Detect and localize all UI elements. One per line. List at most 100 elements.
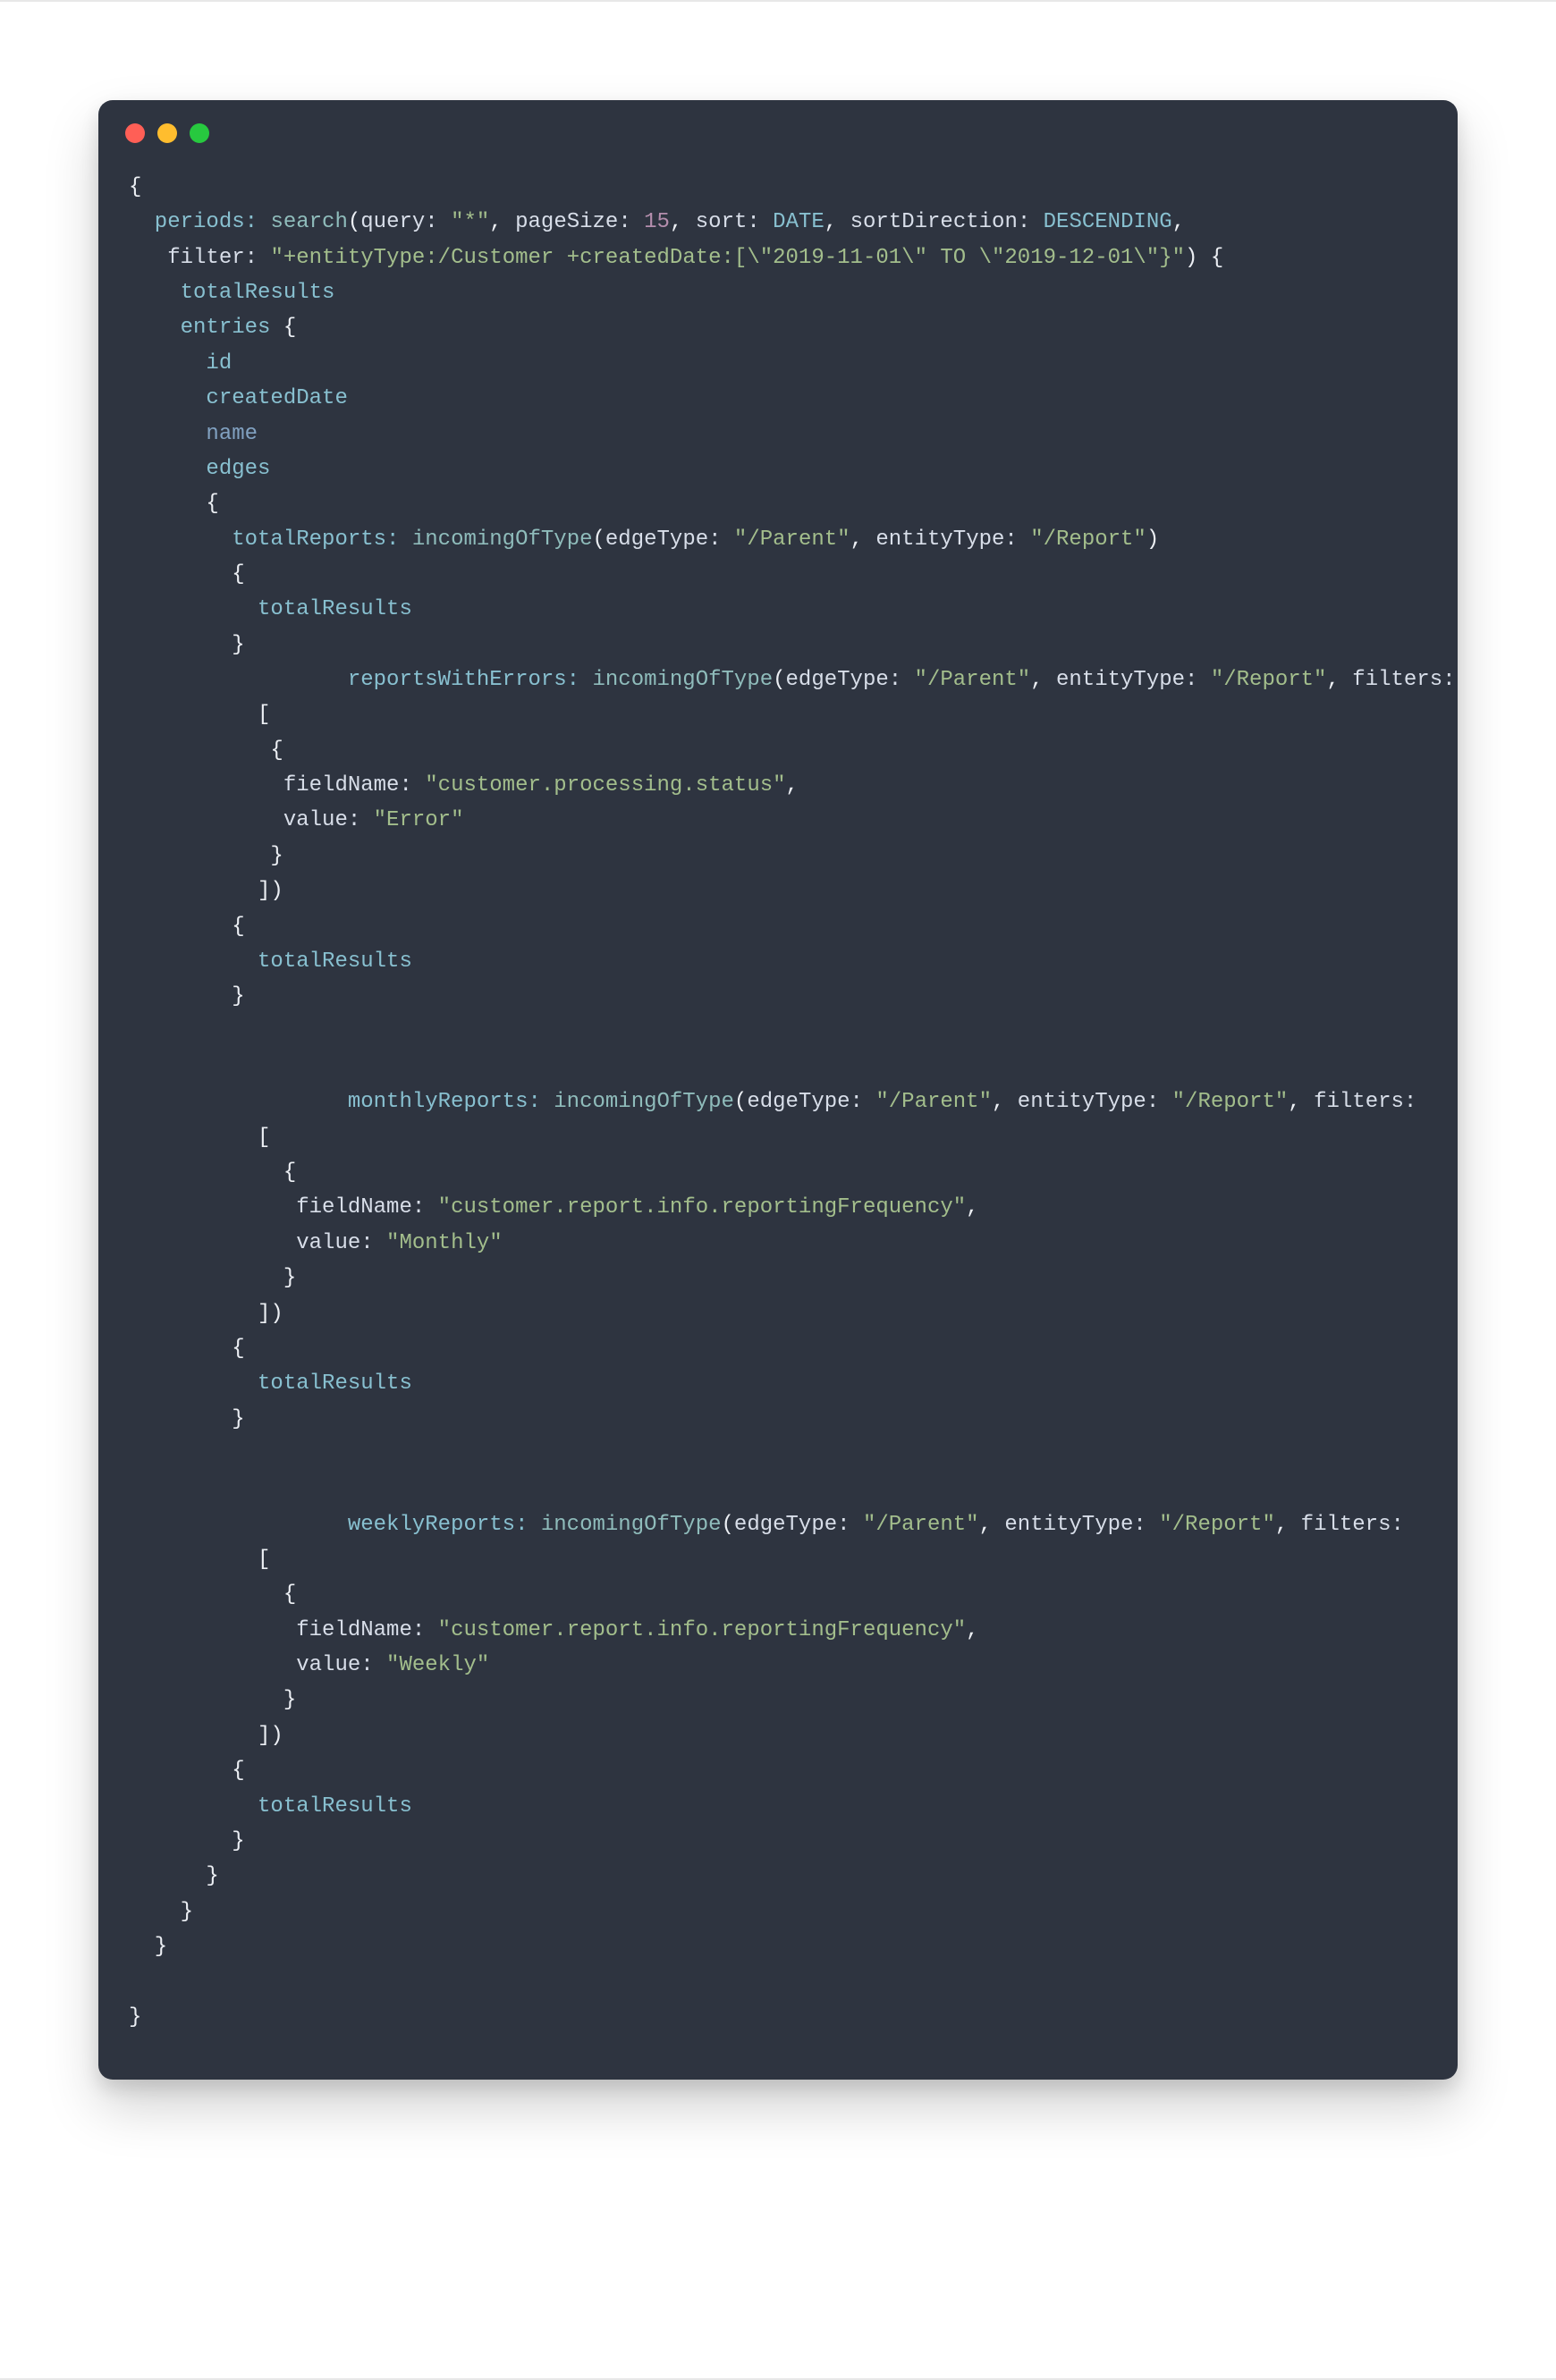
- code-token: [129, 246, 167, 270]
- code-token: incomingOfType: [592, 668, 773, 692]
- code-token: entityType:: [875, 527, 1017, 552]
- code-token: {: [1197, 246, 1223, 270]
- code-token: edgeType:: [734, 1513, 850, 1537]
- code-token: totalReports:: [129, 527, 412, 552]
- code-token: fieldName:: [296, 1618, 425, 1642]
- code-token: ,: [670, 210, 696, 234]
- code-token: totalResults: [129, 1794, 412, 1819]
- code-token: 15: [631, 210, 670, 234]
- code-token: "customer.report.info.reportingFrequency…: [425, 1195, 966, 1220]
- code-token: query:: [360, 210, 437, 234]
- code-token: {: [129, 915, 245, 939]
- code-token: edges: [129, 457, 283, 481]
- code-token: [129, 1231, 296, 1255]
- code-token: fieldName:: [283, 773, 412, 798]
- code-token: ,: [992, 1090, 1018, 1114]
- code-token: edgeType:: [786, 668, 902, 692]
- code-token: createdDate: [129, 386, 348, 410]
- code-token: edgeType:: [605, 527, 722, 552]
- zoom-icon[interactable]: [190, 123, 209, 143]
- code-token: {: [129, 738, 283, 763]
- code-token: ,: [1288, 1090, 1314, 1114]
- code-token: }: [129, 633, 245, 657]
- code-token: ,: [979, 1513, 1005, 1537]
- code-token: entityType:: [1018, 1090, 1159, 1114]
- code-token: id: [129, 351, 232, 376]
- code-token: incomingOfType: [554, 1090, 734, 1114]
- code-token: entries: [129, 316, 283, 340]
- code-token: sortDirection:: [850, 210, 1031, 234]
- code-token: totalResults: [129, 281, 334, 305]
- code-token: }: [129, 1864, 219, 1888]
- code-token: }: [129, 1935, 167, 1959]
- code-token: monthlyReports:: [129, 1090, 554, 1114]
- code-token: (: [348, 210, 360, 234]
- code-token: entityType:: [1004, 1513, 1146, 1537]
- code-token: }: [129, 2005, 141, 2030]
- code-token: ,: [966, 1618, 978, 1642]
- code-token: "+entityType:/Customer +createdDate:[\"2…: [258, 246, 1185, 270]
- code-token: }: [129, 1266, 296, 1290]
- code-token: }: [129, 1900, 193, 1924]
- code-token: ,: [850, 527, 876, 552]
- code-token: ,: [786, 773, 799, 798]
- code-token: (: [593, 527, 605, 552]
- code-token: DESCENDING: [1030, 210, 1171, 234]
- code-token: edgeType:: [747, 1090, 863, 1114]
- code-token: }: [129, 984, 245, 1009]
- code-token: "/Report": [1159, 1090, 1288, 1114]
- code-token: totalResults: [129, 949, 412, 974]
- code-token: "*": [438, 210, 490, 234]
- code-token: sort:: [696, 210, 760, 234]
- code-token: {: [129, 1160, 296, 1185]
- code-token: fieldName:: [296, 1195, 425, 1220]
- code-token: (: [773, 668, 785, 692]
- code-token: [: [129, 703, 270, 727]
- code-token: ): [1146, 527, 1159, 552]
- code-token: ,: [1326, 668, 1352, 692]
- code-token: "/Parent": [850, 1513, 979, 1537]
- code-token: "Weekly": [374, 1653, 490, 1677]
- code-token: ,: [1172, 210, 1185, 234]
- code-token: (: [734, 1090, 747, 1114]
- code-token: [129, 808, 283, 832]
- minimize-icon[interactable]: [157, 123, 177, 143]
- code-token: {: [129, 1759, 245, 1783]
- code-token: "customer.processing.status": [412, 773, 786, 798]
- code-token: name: [129, 422, 258, 446]
- code-token: filter:: [167, 246, 258, 270]
- code-token: ): [1185, 246, 1197, 270]
- code-token: filters:: [1314, 1090, 1416, 1114]
- code-token: "/Report": [1197, 668, 1326, 692]
- code-token: "customer.report.info.reportingFrequency…: [425, 1618, 966, 1642]
- code-token: "/Parent": [863, 1090, 992, 1114]
- code-token: }: [129, 1407, 245, 1431]
- code-token: "Error": [360, 808, 463, 832]
- window-titlebar: [98, 100, 1458, 152]
- code-token: {: [129, 562, 245, 587]
- code-token: value:: [283, 808, 360, 832]
- code-token: "/Parent": [901, 668, 1030, 692]
- code-token: [129, 1195, 296, 1220]
- code-token: "/Parent": [722, 527, 850, 552]
- code-token: [: [129, 1548, 270, 1572]
- code-token: ,: [966, 1195, 978, 1220]
- code-token: }: [129, 1829, 245, 1853]
- code-token: [129, 1653, 296, 1677]
- close-icon[interactable]: [125, 123, 145, 143]
- code-token: incomingOfType: [541, 1513, 722, 1537]
- code-token: value:: [296, 1653, 373, 1677]
- code-token: DATE: [760, 210, 825, 234]
- code-token: [: [129, 1126, 270, 1150]
- code-token: reportsWithErrors:: [129, 668, 592, 692]
- code-token: "/Report": [1146, 1513, 1275, 1537]
- code-token: {: [129, 492, 219, 516]
- code-token: "Monthly": [374, 1231, 503, 1255]
- code-token: periods:: [129, 210, 270, 234]
- code-token: entityType:: [1056, 668, 1197, 692]
- code-token: pageSize:: [515, 210, 631, 234]
- code-token: {: [129, 175, 141, 199]
- code-token: {: [129, 1582, 296, 1607]
- code-token: ,: [1030, 668, 1056, 692]
- code-token: filters:: [1352, 668, 1455, 692]
